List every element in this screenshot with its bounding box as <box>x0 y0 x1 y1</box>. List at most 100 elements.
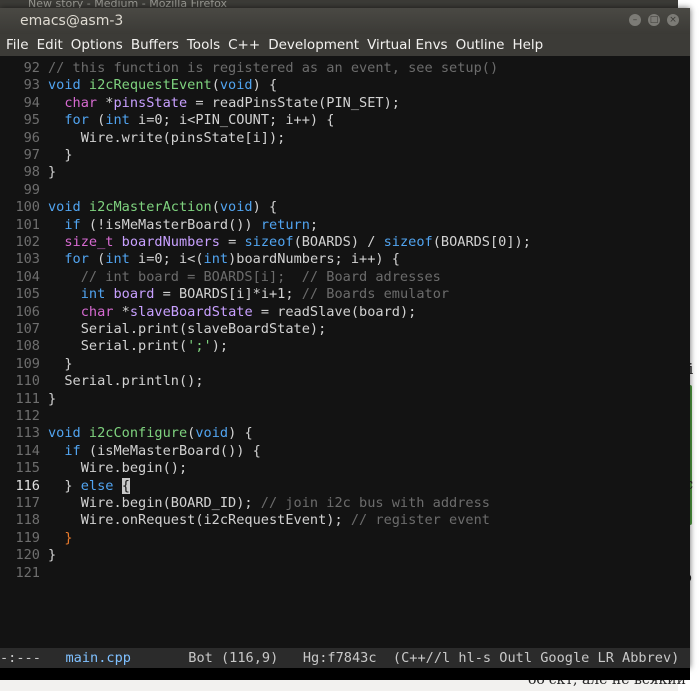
code-line[interactable]: 120} <box>0 547 56 564</box>
code-token: slaveBoardState <box>129 303 253 320</box>
code-token: (BOARDS[0]); <box>432 234 531 250</box>
code-line[interactable]: 119 } <box>0 530 72 547</box>
menu-file[interactable]: File <box>6 37 29 53</box>
code-line[interactable]: 99 <box>0 182 48 199</box>
code-token: Serial.println(); <box>48 373 204 390</box>
line-number: 117 <box>15 495 40 511</box>
code-token: * <box>113 303 130 320</box>
code-line[interactable]: 94 char *pinsState = readPinsState(PIN_S… <box>0 95 400 112</box>
code-token: int <box>80 286 106 303</box>
code-line[interactable]: 115 Wire.begin(); <box>0 460 187 477</box>
code-editor[interactable]: 92 // this function is registered as an e… <box>0 56 690 648</box>
line-number: 115 <box>15 460 40 477</box>
code-line[interactable]: 121 <box>0 565 48 582</box>
menu-outline[interactable]: Outline <box>456 37 505 53</box>
code-token: )boardNumbers; i++) { <box>228 251 400 268</box>
line-number: 106 <box>15 303 40 320</box>
code-line[interactable]: 116 } else { <box>0 477 130 495</box>
code-line[interactable]: 92 // this function is registered as an e… <box>0 60 499 77</box>
code-token: = BOARDS[i]*i+1; <box>154 286 302 303</box>
code-line[interactable]: 95 for (int i=0; i<PIN_COUNT; i++) { <box>0 112 335 129</box>
menu-development[interactable]: Development <box>268 37 359 53</box>
code-token: } <box>48 390 57 407</box>
menu-help[interactable]: Help <box>512 37 543 53</box>
line-number: 96 <box>23 129 40 146</box>
line-number: 100 <box>15 199 40 216</box>
line-number: 103 <box>15 251 40 268</box>
menu-c[interactable]: C++ <box>228 37 260 53</box>
code-line[interactable]: 101 if (!isMeMasterBoard()) return; <box>0 217 318 234</box>
line-number: 97 <box>23 147 40 163</box>
code-line[interactable]: 111} <box>0 391 56 408</box>
code-line[interactable]: 112 <box>0 408 48 425</box>
code-token: * <box>97 94 114 111</box>
code-token: void <box>195 425 229 442</box>
menu-tools[interactable]: Tools <box>187 37 220 53</box>
code-token: for <box>64 112 89 129</box>
code-token: Serial.print( <box>48 338 188 355</box>
background-browser-title: New story - Medium - Mozilla Firefox <box>0 0 700 8</box>
modeline-buffer-name[interactable]: main.cpp <box>65 650 130 666</box>
line-number: 112 <box>15 408 40 424</box>
minibuffer[interactable] <box>0 668 690 680</box>
code-token: } <box>48 355 73 372</box>
code-token: ( <box>211 77 220 94</box>
title-bar[interactable]: emacs@asm-3 – □ × <box>0 8 690 34</box>
minimize-icon[interactable]: – <box>629 14 641 26</box>
code-line[interactable]: 104 // int board = BOARDS[i]; // Board a… <box>0 268 440 286</box>
code-line[interactable]: 100 void i2cMasterAction(void) { <box>0 199 277 216</box>
code-line[interactable]: 97 } <box>0 147 73 164</box>
line-number: 113 <box>15 425 40 442</box>
code-token: char <box>80 303 114 320</box>
code-token: Wire.begin(); <box>48 460 188 477</box>
code-line[interactable]: 114 if (isMeMasterBoard()) { <box>0 442 260 460</box>
code-line[interactable]: 93 void i2cRequestEvent(void) { <box>0 77 278 94</box>
close-icon[interactable]: × <box>667 14 679 26</box>
code-token: } <box>48 477 81 494</box>
code-token: ( <box>211 199 220 216</box>
code-line[interactable]: 118 Wire.onRequest(i2cRequestEvent); // … <box>0 512 490 529</box>
code-line[interactable]: 96 Wire.write(pinsState[i]); <box>0 129 286 147</box>
line-number: 107 <box>15 321 40 337</box>
code-token: ) { <box>252 199 278 216</box>
code-token: (BOARDS) / <box>293 234 384 250</box>
line-number: 93 <box>23 77 40 94</box>
code-token: for <box>64 251 89 268</box>
code-token: boardNumbers <box>121 234 220 250</box>
code-token: // this function is registered as an eve… <box>48 60 499 76</box>
menu-options[interactable]: Options <box>71 37 123 53</box>
menu-virtual-envs[interactable]: Virtual Envs <box>367 37 448 53</box>
code-token: i=0; i<( <box>129 251 204 268</box>
code-token: ; <box>309 216 319 233</box>
code-token: board <box>113 286 155 303</box>
code-line[interactable]: 98} <box>0 164 57 181</box>
maximize-icon[interactable]: □ <box>648 14 660 26</box>
line-number: 116 <box>15 477 40 494</box>
code-line[interactable]: 102 size_t boardNumbers = sizeof(BOARDS)… <box>0 234 531 251</box>
code-line[interactable]: 108 Serial.print(';'); <box>0 338 228 355</box>
code-token: void <box>48 425 89 442</box>
code-token: = <box>219 234 245 250</box>
code-line[interactable]: 110 Serial.println(); <box>0 373 204 390</box>
modeline-modes[interactable]: (C++//l hl-s Outl Google LR Abbrev) <box>393 650 679 666</box>
emacs-window: emacs@asm-3 – □ × File Edit Options Buffers… <box>0 8 690 680</box>
code-line[interactable]: 113 void i2cConfigure(void) { <box>0 425 252 442</box>
code-token: i=0; i<PIN_COUNT; i++) { <box>129 112 335 129</box>
code-line[interactable]: 107 Serial.print(slaveBoardState); <box>0 321 326 338</box>
code-line[interactable]: 106 char *slaveBoardState = readSlave(bo… <box>0 304 416 321</box>
menu-buffers[interactable]: Buffers <box>131 37 179 53</box>
code-line[interactable]: 117 Wire.begin(BOARD_ID); // join i2c bu… <box>0 495 490 512</box>
code-line[interactable]: 103 for (int i=0; i<(int)boardNumbers; i… <box>0 251 400 268</box>
line-number: 104 <box>15 268 40 285</box>
code-token: if <box>64 442 81 459</box>
code-line[interactable]: 109 } <box>0 355 73 373</box>
code-line[interactable]: 105 int board = BOARDS[i]*i+1; // Boards… <box>0 286 449 303</box>
code-token: } <box>48 147 73 163</box>
code-token: void <box>219 77 253 94</box>
menu-edit[interactable]: Edit <box>37 37 63 53</box>
code-token: i2cMasterAction <box>88 199 212 216</box>
